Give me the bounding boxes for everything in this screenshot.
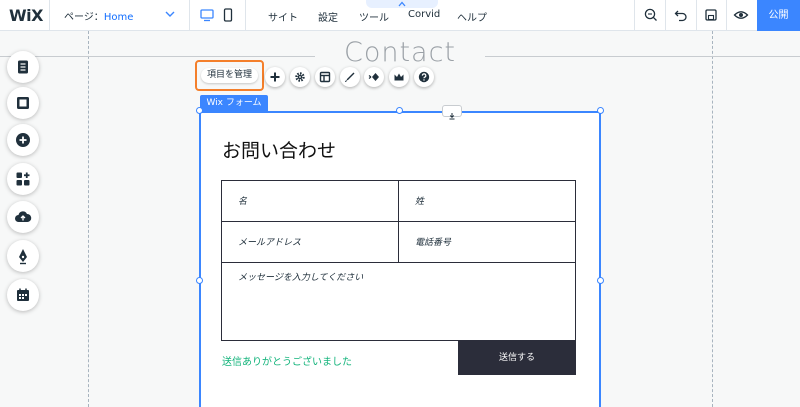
pen-icon (19, 249, 27, 265)
section-divider (0, 56, 315, 57)
download-anchor-icon (449, 113, 455, 120)
submit-button[interactable]: 送信する (458, 341, 576, 375)
plus-icon (270, 72, 280, 82)
form-heading[interactable]: お問い合わせ (222, 136, 336, 163)
divider (696, 0, 697, 31)
menu-site[interactable]: サイト (268, 9, 298, 24)
help-button[interactable] (414, 67, 434, 87)
design-button[interactable] (340, 67, 360, 87)
form-element-tag[interactable]: Wix フォーム (200, 95, 268, 111)
gridline-left (88, 31, 89, 407)
layout-icon (319, 71, 331, 83)
menu-tools[interactable]: ツール (359, 9, 389, 24)
pages-icon (18, 60, 28, 74)
add-button[interactable] (7, 124, 39, 156)
manage-fields-button-highlight[interactable]: 項目を管理 (195, 60, 264, 91)
mobile-view-icon[interactable] (221, 7, 235, 23)
page-selector[interactable]: ページ：Home (64, 8, 133, 23)
crown-icon (394, 73, 404, 81)
section-title[interactable]: Contact (330, 37, 470, 68)
page-selector-value: Home (103, 12, 134, 23)
wix-logo[interactable]: WiX (9, 6, 43, 25)
resize-handle-top-right[interactable] (597, 107, 604, 114)
help-icon (418, 71, 430, 83)
business-button[interactable] (7, 279, 39, 311)
settings-button[interactable] (290, 67, 310, 87)
pages-button[interactable] (7, 51, 39, 83)
collapse-toolbar-tab[interactable] (366, 0, 438, 8)
layout-button[interactable] (315, 67, 335, 87)
upgrade-button[interactable] (389, 67, 409, 87)
resize-handle-right[interactable] (597, 277, 604, 284)
menu-help[interactable]: ヘルプ (457, 9, 487, 24)
divider (49, 0, 50, 31)
desktop-view-icon[interactable] (200, 7, 214, 23)
preview-eye-icon[interactable] (733, 7, 749, 23)
divider (726, 0, 727, 31)
business-icon (17, 288, 29, 301)
chevron-down-icon[interactable] (164, 8, 176, 20)
menu-corvid[interactable]: Corvid (408, 9, 440, 20)
animation-icon (368, 73, 379, 81)
divider (634, 0, 635, 31)
background-button[interactable] (7, 87, 39, 119)
resize-handle-top-left[interactable] (196, 107, 203, 114)
section-divider (485, 56, 800, 57)
manage-fields-label[interactable]: 項目を管理 (201, 68, 258, 83)
first-name-field[interactable]: 名 (221, 180, 399, 222)
design-icon (345, 72, 355, 83)
add-icon (16, 133, 30, 147)
message-field[interactable]: メッセージを入力してください (221, 262, 576, 341)
save-icon[interactable] (703, 7, 719, 23)
publish-button[interactable]: 公開 (757, 0, 800, 31)
page-selector-label: ページ： (64, 12, 104, 23)
blog-button[interactable] (7, 240, 39, 272)
upload-icon (15, 211, 32, 222)
animation-button[interactable] (364, 67, 384, 87)
menu-settings[interactable]: 設定 (318, 9, 338, 24)
last-name-field[interactable]: 姓 (398, 180, 576, 222)
background-icon (17, 97, 29, 109)
add-apps-button[interactable] (7, 163, 39, 195)
success-message[interactable]: 送信ありがとうございました (222, 353, 352, 368)
zoom-icon[interactable] (643, 7, 659, 23)
divider (245, 0, 246, 31)
phone-field[interactable]: 電話番号 (398, 221, 576, 263)
add-apps-icon (16, 172, 30, 186)
gridline-right (712, 31, 713, 407)
chevron-up-icon (398, 1, 406, 7)
editor-top-bar: WiX ページ：Home サイト 設定 ツール Corvid ヘルプ 公開 (0, 0, 800, 31)
upload-button[interactable] (7, 201, 39, 233)
email-field[interactable]: メールアドレス (221, 221, 399, 263)
add-field-button[interactable] (265, 67, 285, 87)
anchor-handle[interactable] (442, 105, 462, 120)
divider (665, 0, 666, 31)
undo-icon[interactable] (673, 7, 689, 23)
resize-handle-top[interactable] (396, 107, 403, 114)
resize-handle-left[interactable] (196, 277, 203, 284)
divider (189, 0, 190, 31)
gear-icon (295, 72, 305, 82)
